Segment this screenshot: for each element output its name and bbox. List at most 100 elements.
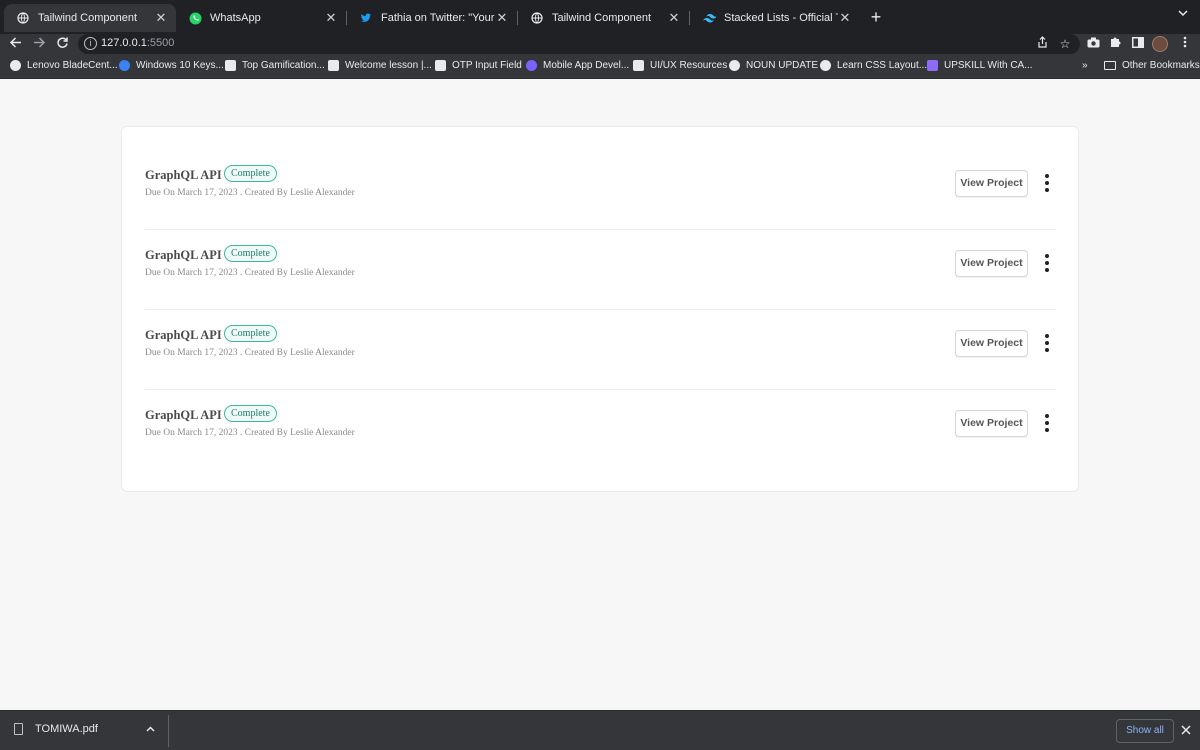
notion-icon — [633, 60, 644, 71]
download-bar: TOMIWA.pdf Show all — [0, 710, 1200, 750]
view-project-button[interactable]: View Project — [955, 250, 1028, 277]
close-tab-icon[interactable]: ✕ — [667, 10, 681, 26]
list-icon — [927, 60, 938, 71]
globe-icon — [10, 60, 21, 71]
bookmark-label: UI/UX Resources — [650, 60, 728, 71]
project-title: GraphQL API — [145, 168, 222, 182]
view-project-button[interactable]: View Project — [955, 170, 1028, 197]
globe-icon — [820, 60, 831, 71]
more-options-icon[interactable] — [1040, 334, 1054, 352]
project-title: GraphQL API — [145, 408, 222, 422]
show-all-button[interactable]: Show all — [1116, 719, 1174, 743]
close-icon[interactable] — [1181, 722, 1191, 738]
close-tab-icon[interactable]: ✕ — [324, 10, 338, 26]
close-tab-icon[interactable]: ✕ — [154, 10, 168, 26]
browser-tab[interactable]: Tailwind Component ✕ — [4, 4, 176, 32]
reload-icon[interactable] — [53, 35, 71, 53]
list-item: GraphQL API Complete Due On March 17, 20… — [145, 230, 1056, 310]
back-icon[interactable] — [6, 35, 24, 53]
bookmark-item[interactable]: OTP Input Field — [435, 60, 522, 71]
project-meta: Due On March 17, 2023 . Created By Lesli… — [145, 428, 355, 438]
status-badge: Complete — [224, 325, 277, 342]
browser-tab[interactable]: Stacked Lists - Official Tailwind ✕ — [690, 4, 860, 32]
more-options-icon[interactable] — [1040, 174, 1054, 192]
site-info-icon[interactable]: i — [84, 37, 97, 50]
bookmark-item[interactable]: NOUN UPDATE — [729, 60, 818, 71]
globe-icon — [16, 11, 30, 25]
browser-tab[interactable]: Tailwind Component ✕ — [518, 4, 689, 32]
codepen-icon — [435, 60, 446, 71]
new-tab-button[interactable]: + — [866, 6, 886, 28]
cube-icon — [328, 60, 339, 71]
bookmark-label: UPSKILL With CA... — [944, 60, 1033, 71]
url-host: 127.0.0.1 — [101, 37, 147, 49]
bookmark-item[interactable]: Lenovo BladeCent... — [10, 60, 118, 71]
project-title: GraphQL API — [145, 328, 222, 342]
bookmarks-bar: Lenovo BladeCent... Windows 10 Keys... T… — [0, 55, 1200, 79]
bookmark-label: Lenovo BladeCent... — [27, 60, 118, 71]
stacked-list-card: GraphQL API Complete Due On March 17, 20… — [121, 126, 1079, 492]
tailwind-icon — [702, 11, 716, 25]
close-tab-icon[interactable]: ✕ — [495, 10, 509, 26]
share-icon[interactable] — [1034, 36, 1050, 52]
bookmarks-overflow-button[interactable]: » — [1082, 60, 1088, 71]
bookmark-item[interactable]: Mobile App Devel... — [526, 60, 629, 71]
chevron-up-icon[interactable] — [146, 723, 155, 735]
file-icon — [14, 723, 23, 735]
url-port: :5500 — [146, 37, 175, 49]
download-item[interactable]: TOMIWA.pdf — [14, 723, 98, 735]
bookmark-label: NOUN UPDATE — [746, 60, 819, 71]
whatsapp-icon — [188, 11, 202, 25]
extensions-icon[interactable] — [1107, 36, 1123, 52]
bookmark-item[interactable]: Windows 10 Keys... — [119, 60, 224, 71]
bookmark-label: Welcome lesson |... — [345, 60, 432, 71]
bookmark-item[interactable]: Learn CSS Layout... — [820, 60, 927, 71]
bookmark-label: OTP Input Field — [452, 60, 522, 71]
profile-avatar[interactable] — [1152, 36, 1168, 52]
browser-tab-strip: Tailwind Component ✕ WhatsApp ✕ Fathia o… — [0, 0, 1200, 34]
tab-title: Stacked Lists - Official Tailwind — [724, 12, 838, 24]
twitter-icon — [359, 11, 373, 25]
list-item: GraphQL API Complete Due On March 17, 20… — [145, 310, 1056, 390]
browser-tab[interactable]: WhatsApp ✕ — [176, 4, 346, 32]
bookmark-item[interactable]: UPSKILL With CA... — [927, 60, 1033, 71]
bookmark-label: Mobile App Devel... — [543, 60, 630, 71]
address-bar[interactable]: i 127.0.0.1:5500 ☆ — [78, 34, 1080, 54]
status-badge: Complete — [224, 245, 277, 262]
bookmark-star-icon[interactable]: ☆ — [1057, 36, 1073, 52]
bookmark-item[interactable]: Welcome lesson |... — [328, 60, 432, 71]
tab-title: WhatsApp — [210, 12, 261, 24]
more-options-icon[interactable] — [1040, 254, 1054, 272]
tab-title: Fathia on Twitter: "Your Growth — [381, 12, 495, 24]
other-bookmarks-button[interactable]: Other Bookmarks — [1104, 60, 1200, 71]
camera-icon[interactable] — [1085, 36, 1101, 52]
download-filename: TOMIWA.pdf — [35, 723, 98, 735]
browser-toolbar: i 127.0.0.1:5500 ☆ — [0, 34, 1200, 55]
view-project-button[interactable]: View Project — [955, 410, 1028, 437]
tab-search-icon[interactable] — [1178, 8, 1188, 20]
bookmark-label: Learn CSS Layout... — [837, 60, 928, 71]
bookmark-item[interactable]: UI/UX Resources — [633, 60, 727, 71]
list-item: GraphQL API Complete Due On March 17, 20… — [145, 390, 1056, 470]
url-text: 127.0.0.1:5500 — [101, 37, 174, 49]
bookmark-label: Top Gamification... — [242, 60, 325, 71]
download-divider — [168, 715, 169, 747]
link-icon — [225, 60, 236, 71]
browser-tab[interactable]: Fathia on Twitter: "Your Growth ✕ — [347, 4, 517, 32]
list-item: GraphQL API Complete Due On March 17, 20… — [145, 150, 1056, 230]
status-badge: Complete — [224, 165, 277, 182]
close-tab-icon[interactable]: ✕ — [838, 10, 852, 26]
side-panel-icon[interactable] — [1130, 36, 1146, 52]
bookmark-label: Windows 10 Keys... — [136, 60, 224, 71]
globe-icon — [530, 11, 544, 25]
page-viewport: GraphQL API Complete Due On March 17, 20… — [0, 80, 1200, 710]
browser-menu-icon[interactable] — [1177, 36, 1193, 52]
more-options-icon[interactable] — [1040, 414, 1054, 432]
tab-title: Tailwind Component — [552, 12, 652, 24]
forward-icon[interactable] — [30, 35, 48, 53]
app-icon — [526, 60, 537, 71]
project-meta: Due On March 17, 2023 . Created By Lesli… — [145, 348, 355, 358]
project-meta: Due On March 17, 2023 . Created By Lesli… — [145, 188, 355, 198]
view-project-button[interactable]: View Project — [955, 330, 1028, 357]
bookmark-item[interactable]: Top Gamification... — [225, 60, 325, 71]
